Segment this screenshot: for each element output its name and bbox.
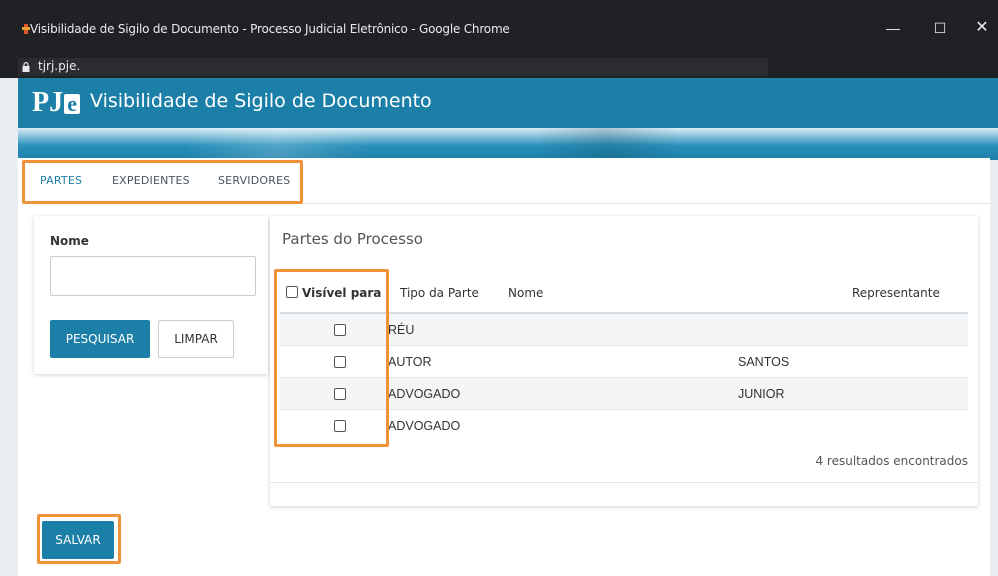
- page-title: Visibilidade de Sigilo de Documento: [90, 90, 432, 112]
- save-highlight: [37, 514, 121, 564]
- results-count: 4 resultados encontrados: [815, 454, 968, 468]
- cell-tipo: RÉU: [388, 323, 415, 337]
- search-button[interactable]: PESQUISAR: [50, 320, 150, 358]
- minimize-button[interactable]: —: [873, 14, 913, 42]
- column-representante: Representante: [852, 286, 940, 300]
- clear-button[interactable]: LIMPAR: [158, 320, 234, 358]
- results-title: Partes do Processo: [282, 230, 423, 248]
- maximize-button[interactable]: ☐: [920, 14, 960, 42]
- cell-tipo: ADVOGADO: [388, 387, 461, 401]
- cell-tipo: ADVOGADO: [388, 419, 461, 433]
- cell-representante: JUNIOR: [738, 387, 785, 401]
- url-text: tjrj.pje.: [38, 59, 81, 73]
- app-header: PJe Visibilidade de Sigilo de Documento: [18, 78, 998, 128]
- cell-tipo: AUTOR: [388, 355, 432, 369]
- search-card: Nome PESQUISAR LIMPAR: [34, 216, 268, 374]
- close-button[interactable]: ✕: [962, 14, 998, 42]
- tabs-highlight: [22, 160, 303, 204]
- lock-icon: [22, 62, 30, 72]
- header-banner: [18, 128, 998, 160]
- column-nome: Nome: [508, 286, 544, 300]
- nome-input[interactable]: [50, 256, 256, 296]
- pje-logo: PJe: [32, 86, 81, 120]
- browser-window: Visibilidade de Sigilo de Documento - Pr…: [0, 0, 998, 576]
- pje-favicon-icon: [22, 24, 30, 34]
- visible-column-highlight: [274, 269, 389, 447]
- address-bar: tjrj.pje.: [0, 56, 998, 78]
- nome-label: Nome: [50, 234, 89, 248]
- cell-representante: SANTOS: [738, 355, 790, 369]
- url-field[interactable]: tjrj.pje.: [18, 58, 768, 76]
- main-panel: PARTES EXPEDIENTES SERVIDORES Nome PESQU…: [18, 158, 990, 576]
- column-tipo-parte: Tipo da Parte: [400, 286, 479, 300]
- window-title: Visibilidade de Sigilo de Documento - Pr…: [30, 22, 510, 36]
- window-title-bar: Visibilidade de Sigilo de Documento - Pr…: [0, 0, 998, 56]
